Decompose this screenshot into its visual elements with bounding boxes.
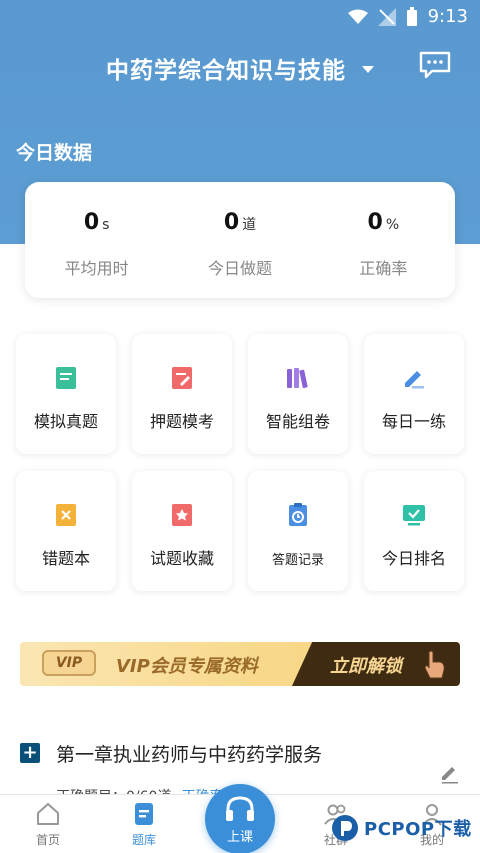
- doc-edit-icon: [172, 367, 192, 389]
- stat-today-count: 0道 今日做题: [168, 182, 311, 298]
- stat-avg-time: 0s 平均用时: [25, 182, 168, 298]
- stat-unit: s: [102, 217, 110, 233]
- tile-label: 错题本: [41, 549, 90, 568]
- tab-live-class[interactable]: 上课: [205, 784, 275, 853]
- stat-value: 0: [223, 210, 240, 235]
- tab-home[interactable]: 首页: [8, 801, 88, 848]
- tile-label: 模拟真题: [33, 412, 98, 431]
- message-icon[interactable]: [418, 50, 452, 80]
- tile-label: 答题记录: [271, 553, 324, 568]
- clipboard-clock-icon: [289, 503, 307, 526]
- signal-icon: [377, 7, 396, 26]
- section-title: 今日数据: [16, 142, 93, 164]
- home-icon: [37, 803, 59, 825]
- edit-pencil-icon[interactable]: [438, 762, 460, 784]
- tile-mock-exam[interactable]: 模拟真题: [16, 334, 116, 454]
- monitor-check-icon: [403, 505, 425, 526]
- page-title: 中药学综合知识与技能: [106, 58, 346, 84]
- vip-badge: VIP: [42, 650, 96, 676]
- chevron-down-icon: [362, 65, 374, 73]
- star-note-icon: [172, 504, 192, 526]
- tile-today-ranking[interactable]: 今日排名: [364, 471, 464, 591]
- feature-grid: 模拟真题 押题模考 智能组卷 每日一练 错题本 试题收藏 答题记录 今日排名: [16, 334, 466, 591]
- books-icon: [287, 368, 308, 389]
- chapter-row[interactable]: + 第一章执业药师与中药药学服务: [20, 738, 470, 784]
- tile-wrong-notes[interactable]: 错题本: [16, 471, 116, 591]
- chapter-title: 第一章执业药师与中药药学服务: [56, 743, 323, 766]
- stat-accuracy: 0% 正确率: [312, 182, 455, 298]
- tab-label: 首页: [35, 833, 60, 847]
- stats-card: 0s 平均用时 0道 今日做题 0% 正确率: [25, 182, 455, 298]
- pointing-hand-icon: [424, 650, 445, 679]
- tile-answer-records[interactable]: 答题记录: [248, 471, 348, 591]
- watermark: PCPOP下载: [330, 808, 480, 848]
- stat-unit: 道: [242, 217, 257, 233]
- stat-value: 0: [367, 210, 383, 235]
- tile-label: 今日排名: [381, 549, 446, 568]
- wifi-icon: [347, 9, 368, 24]
- vip-banner-text: VIP会员专属资料: [116, 656, 258, 677]
- unlock-button[interactable]: 立即解锁: [292, 642, 460, 686]
- tile-daily-practice[interactable]: 每日一练: [364, 334, 464, 454]
- tab-label: 题库: [131, 833, 156, 847]
- stat-label: 今日做题: [207, 259, 272, 278]
- status-bar: 9:13: [0, 0, 480, 34]
- status-time: 9:13: [427, 6, 468, 27]
- stat-label: 平均用时: [64, 259, 129, 278]
- unlock-button-label: 立即解锁: [330, 656, 402, 677]
- tile-label: 押题模考: [149, 412, 214, 431]
- tile-smart-paper[interactable]: 智能组卷: [248, 334, 348, 454]
- stat-unit: %: [385, 217, 400, 233]
- vip-banner[interactable]: VIP VIP会员专属资料 立即解锁: [20, 642, 460, 686]
- tab-question-bank[interactable]: 题库: [104, 801, 184, 848]
- tile-label: 智能组卷: [265, 412, 330, 431]
- tile-label: 试题收藏: [149, 549, 214, 568]
- pen-icon: [405, 371, 424, 389]
- watermark-text: PCPOP下载: [364, 819, 472, 840]
- tile-label: 每日一练: [381, 412, 446, 431]
- scroll-icon: [56, 367, 76, 389]
- headphones-icon: [226, 795, 254, 821]
- pcpop-logo-icon: [332, 815, 358, 841]
- stat-label: 正确率: [359, 259, 408, 278]
- expand-plus-icon[interactable]: +: [20, 743, 40, 763]
- wrong-note-icon: [56, 504, 76, 526]
- tile-predict-exam[interactable]: 押题模考: [132, 334, 232, 454]
- subject-selector[interactable]: 中药学综合知识与技能: [0, 48, 480, 88]
- stat-value: 0: [83, 210, 100, 235]
- tab-label: 上课: [226, 829, 253, 845]
- battery-icon: [406, 6, 417, 26]
- tile-favorites[interactable]: 试题收藏: [132, 471, 232, 591]
- question-bank-icon: [135, 803, 153, 825]
